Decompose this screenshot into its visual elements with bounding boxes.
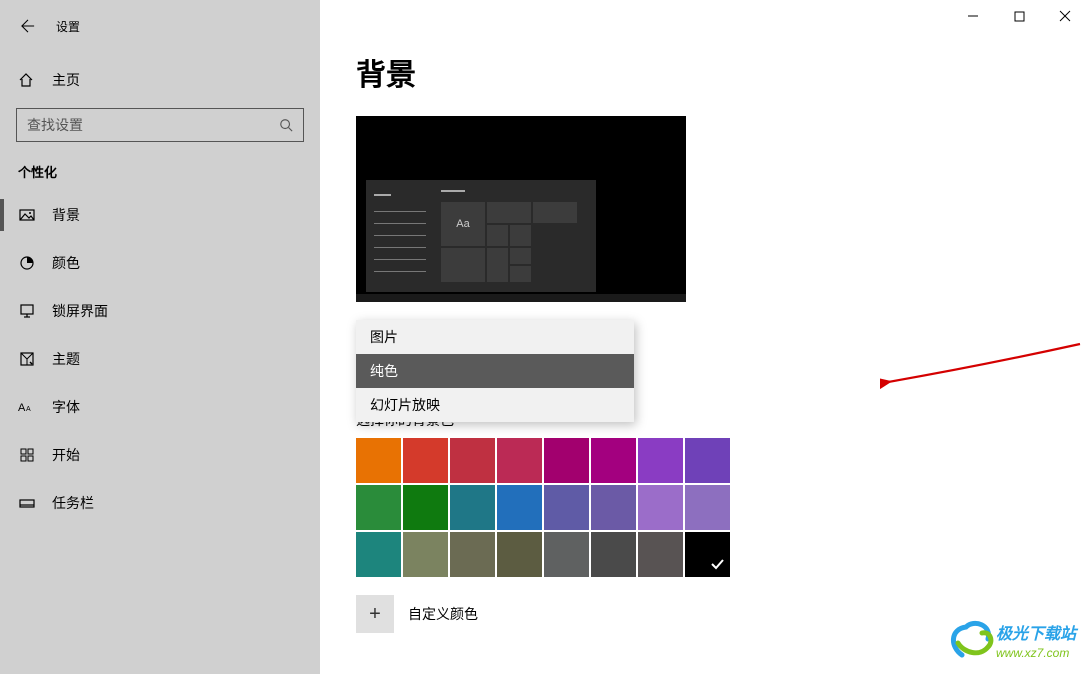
color-swatch-4[interactable] <box>544 438 589 483</box>
color-swatch-10[interactable] <box>450 485 495 530</box>
nav-label: 背景 <box>52 205 80 225</box>
color-swatch-9[interactable] <box>403 485 448 530</box>
nav-label: 锁屏界面 <box>52 301 108 321</box>
home-link[interactable]: 主页 <box>0 60 320 100</box>
nav-item-4[interactable]: AA 字体 <box>0 383 320 431</box>
app-title: 设置 <box>56 18 80 35</box>
custom-color-button[interactable]: + <box>356 595 394 633</box>
nav-icon-2 <box>18 303 36 319</box>
maximize-button[interactable] <box>996 0 1042 32</box>
nav-item-0[interactable]: 背景 <box>0 191 320 239</box>
color-swatch-2[interactable] <box>450 438 495 483</box>
color-swatch-19[interactable] <box>497 532 542 577</box>
color-swatch-23[interactable] <box>685 532 730 577</box>
sidebar: 设置 主页 个性化 背景颜色锁屏界面主题 AA 字体开始任务栏 <box>0 0 320 674</box>
color-swatch-3[interactable] <box>497 438 542 483</box>
main-content: 背景 Aa 图片纯色幻灯片放映 <box>320 0 1088 674</box>
minimize-button[interactable] <box>950 0 996 32</box>
home-label: 主页 <box>52 70 80 90</box>
color-swatch-20[interactable] <box>544 532 589 577</box>
window-controls <box>950 0 1088 32</box>
page-title: 背景 <box>356 50 1052 94</box>
background-type-dropdown[interactable]: 图片纯色幻灯片放映 <box>356 320 634 422</box>
nav-icon-0 <box>18 207 36 223</box>
nav-label: 字体 <box>52 397 80 417</box>
color-swatch-7[interactable] <box>685 438 730 483</box>
close-button[interactable] <box>1042 0 1088 32</box>
color-swatch-18[interactable] <box>450 532 495 577</box>
desktop-preview: Aa <box>356 116 686 302</box>
color-grid <box>356 438 730 577</box>
color-swatch-8[interactable] <box>356 485 401 530</box>
nav-icon-4: AA <box>18 400 36 414</box>
nav-label: 主题 <box>52 349 80 369</box>
section-title: 个性化 <box>0 142 320 191</box>
color-swatch-0[interactable] <box>356 438 401 483</box>
color-swatch-17[interactable] <box>403 532 448 577</box>
preview-start-menu: Aa <box>366 180 596 292</box>
back-button[interactable] <box>12 10 44 42</box>
nav-item-3[interactable]: 主题 <box>0 335 320 383</box>
color-swatch-12[interactable] <box>544 485 589 530</box>
svg-text:A: A <box>18 402 26 414</box>
color-swatch-14[interactable] <box>638 485 683 530</box>
nav-label: 开始 <box>52 445 80 465</box>
nav-icon-6 <box>18 495 36 511</box>
dropdown-option-2[interactable]: 幻灯片放映 <box>356 388 634 422</box>
color-swatch-11[interactable] <box>497 485 542 530</box>
nav-item-2[interactable]: 锁屏界面 <box>0 287 320 335</box>
color-swatch-13[interactable] <box>591 485 636 530</box>
preview-tile-aa: Aa <box>441 202 485 246</box>
home-icon <box>18 72 36 88</box>
color-swatch-16[interactable] <box>356 532 401 577</box>
plus-icon: + <box>369 603 381 626</box>
nav-item-1[interactable]: 颜色 <box>0 239 320 287</box>
nav-icon-1 <box>18 255 36 271</box>
annotation-arrow <box>880 338 1088 398</box>
search-icon <box>269 118 303 132</box>
check-icon <box>710 557 724 571</box>
nav-item-5[interactable]: 开始 <box>0 431 320 479</box>
back-arrow-icon <box>21 19 35 33</box>
color-swatch-22[interactable] <box>638 532 683 577</box>
search-input[interactable] <box>17 117 269 133</box>
color-swatch-15[interactable] <box>685 485 730 530</box>
nav-label: 颜色 <box>52 253 80 273</box>
dropdown-option-1[interactable]: 纯色 <box>356 354 634 388</box>
color-swatch-1[interactable] <box>403 438 448 483</box>
nav-icon-3 <box>18 351 36 367</box>
search-box[interactable] <box>16 108 304 142</box>
color-swatch-5[interactable] <box>591 438 636 483</box>
color-swatch-6[interactable] <box>638 438 683 483</box>
custom-color-label: 自定义颜色 <box>408 604 478 624</box>
color-swatch-21[interactable] <box>591 532 636 577</box>
svg-text:A: A <box>26 406 31 413</box>
dropdown-option-0[interactable]: 图片 <box>356 320 634 354</box>
nav-label: 任务栏 <box>52 493 94 513</box>
nav-item-6[interactable]: 任务栏 <box>0 479 320 527</box>
nav-icon-5 <box>18 447 36 463</box>
